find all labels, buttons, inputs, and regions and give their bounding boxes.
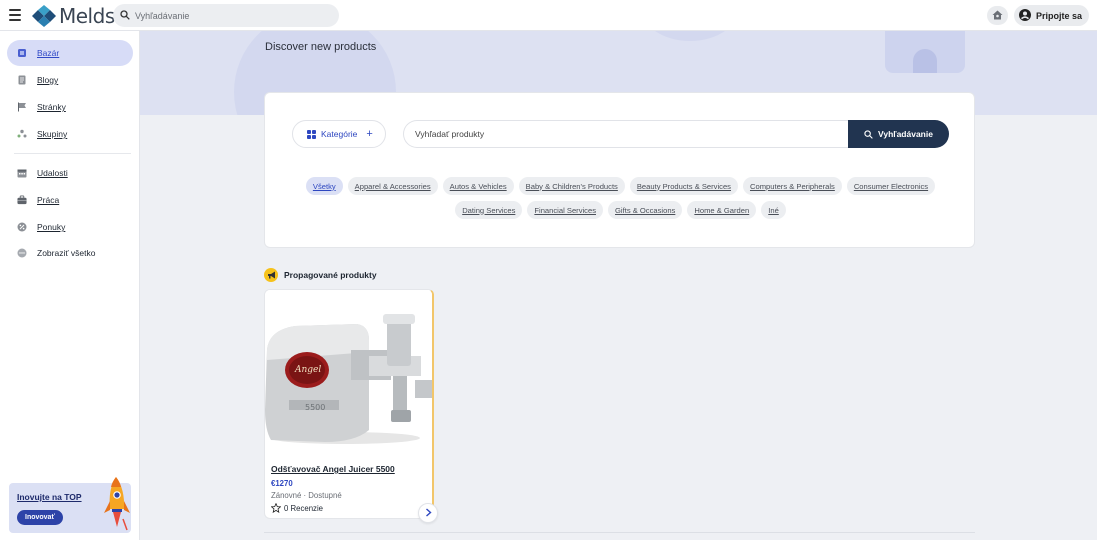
chip-apparel[interactable]: Apparel & Accessories xyxy=(347,177,438,195)
upgrade-promo: Inovujte na TOP Inovovať xyxy=(9,477,131,533)
chip-gifts[interactable]: Gifts & Occasions xyxy=(608,201,683,219)
sidebar-item-label: Udalosti xyxy=(37,168,68,178)
rocket-icon xyxy=(101,475,135,535)
chip-all[interactable]: Všetky xyxy=(305,177,343,195)
home-icon xyxy=(992,7,1003,25)
sidebar-item-udalosti[interactable]: Udalosti xyxy=(7,160,133,186)
chip-other[interactable]: Iné xyxy=(761,201,786,219)
search-button-label: Vyhľadávanie xyxy=(878,129,933,139)
page-title: Discover new products xyxy=(265,41,377,53)
product-condition: Zánovné xyxy=(271,491,302,500)
home-button[interactable] xyxy=(987,6,1008,25)
more-icon xyxy=(17,248,27,258)
star-icon xyxy=(271,503,281,513)
chip-home[interactable]: Home & Garden xyxy=(687,201,757,219)
product-reviews: 0 Recenzie xyxy=(271,503,323,513)
search-button[interactable]: Vyhľadávanie xyxy=(848,120,949,148)
category-button[interactable]: Kategórie + xyxy=(292,120,386,148)
sidebar-item-label: Ponuky xyxy=(37,222,66,232)
sidebar-item-label: Práca xyxy=(37,195,60,205)
carousel-next-button[interactable] xyxy=(418,503,438,523)
sidebar-item-skupiny[interactable]: Skupiny xyxy=(7,121,133,147)
svg-text:Angel: Angel xyxy=(294,365,321,375)
category-chips-row: Dating Services Financial Services Gifts… xyxy=(265,201,976,219)
product-availability: Dostupné xyxy=(308,491,342,500)
promo-title[interactable]: Inovujte na TOP xyxy=(17,492,82,502)
sidebar-item-praca[interactable]: Práca xyxy=(7,187,133,213)
sidebar-item-stranky[interactable]: Stránky xyxy=(7,94,133,120)
sidebar-item-label: Blogy xyxy=(37,75,59,85)
product-image[interactable]: Angel 5500 xyxy=(265,290,432,450)
menu-icon[interactable] xyxy=(9,9,21,21)
sidebar-item-label: Stránky xyxy=(37,102,66,112)
filter-card: Kategórie + Vyhľadávanie Všetky Apparel … xyxy=(264,92,975,248)
briefcase-icon xyxy=(17,195,27,205)
sidebar-item-label: Zobraziť všetko xyxy=(37,248,96,258)
chip-autos[interactable]: Autos & Vehicles xyxy=(442,177,514,195)
login-button[interactable]: Pripojte sa xyxy=(1014,5,1089,26)
search-icon xyxy=(864,129,873,139)
section-title-label: Propagované produkty xyxy=(284,270,377,280)
logo-text: Melds xyxy=(59,4,115,28)
group-icon xyxy=(17,129,27,139)
sidebar: Bazár Blogy Stránky Skupiny Udalosti Prá… xyxy=(0,31,140,540)
sidebar-item-ponuky[interactable]: Ponuky xyxy=(7,214,133,240)
product-price: €1270 xyxy=(271,479,293,488)
category-label: Kategórie xyxy=(321,129,358,139)
section-divider xyxy=(264,532,975,533)
search-icon xyxy=(120,7,130,25)
login-label: Pripojte sa xyxy=(1036,10,1083,21)
promoted-section-title: Propagované produkty xyxy=(264,268,377,282)
calendar-icon xyxy=(17,168,27,178)
document-icon xyxy=(17,75,27,85)
hero-decoration xyxy=(640,31,740,41)
svg-text:5500: 5500 xyxy=(305,403,325,412)
product-title[interactable]: Odšťavovač Angel Juicer 5500 xyxy=(271,464,395,474)
global-search[interactable] xyxy=(113,4,339,27)
user-circle-icon xyxy=(1019,8,1031,23)
chip-financial[interactable]: Financial Services xyxy=(527,201,603,219)
store-icon xyxy=(17,48,27,58)
category-chips-row: Všetky Apparel & Accessories Autos & Veh… xyxy=(265,177,976,195)
logo-mark-icon xyxy=(30,5,56,27)
chip-electronics[interactable]: Consumer Electronics xyxy=(846,177,936,195)
top-bar: Melds Pripojte sa xyxy=(0,0,1097,31)
sidebar-item-label: Bazár xyxy=(37,48,60,58)
megaphone-icon xyxy=(264,268,278,282)
sidebar-divider xyxy=(14,153,131,154)
sidebar-item-show-all[interactable]: Zobraziť všetko xyxy=(7,240,133,266)
offer-icon xyxy=(17,222,27,232)
hero-decoration xyxy=(885,31,965,73)
chip-baby[interactable]: Baby & Children's Products xyxy=(518,177,625,195)
reviews-count: 0 Recenzie xyxy=(284,503,324,513)
product-search[interactable] xyxy=(403,120,849,148)
chevron-right-icon xyxy=(425,504,432,522)
sidebar-item-blogy[interactable]: Blogy xyxy=(7,67,133,93)
sidebar-item-bazar[interactable]: Bazár xyxy=(7,40,133,66)
logo[interactable]: Melds xyxy=(30,4,115,28)
product-card[interactable]: Angel 5500 Odšťavovač Angel Juicer 5500 … xyxy=(264,289,434,519)
plus-icon: + xyxy=(366,128,373,140)
chip-beauty[interactable]: Beauty Products & Services xyxy=(629,177,738,195)
upgrade-button[interactable]: Inovovať xyxy=(17,510,63,525)
search-input[interactable] xyxy=(135,10,325,21)
chip-computers[interactable]: Computers & Peripherals xyxy=(742,177,842,195)
sidebar-item-label: Skupiny xyxy=(37,129,68,139)
chip-dating[interactable]: Dating Services xyxy=(455,201,523,219)
grid-icon xyxy=(307,129,316,139)
product-meta: Zánovné · Dostupné xyxy=(271,491,342,500)
flag-icon xyxy=(17,102,27,112)
product-search-input[interactable] xyxy=(415,129,835,139)
